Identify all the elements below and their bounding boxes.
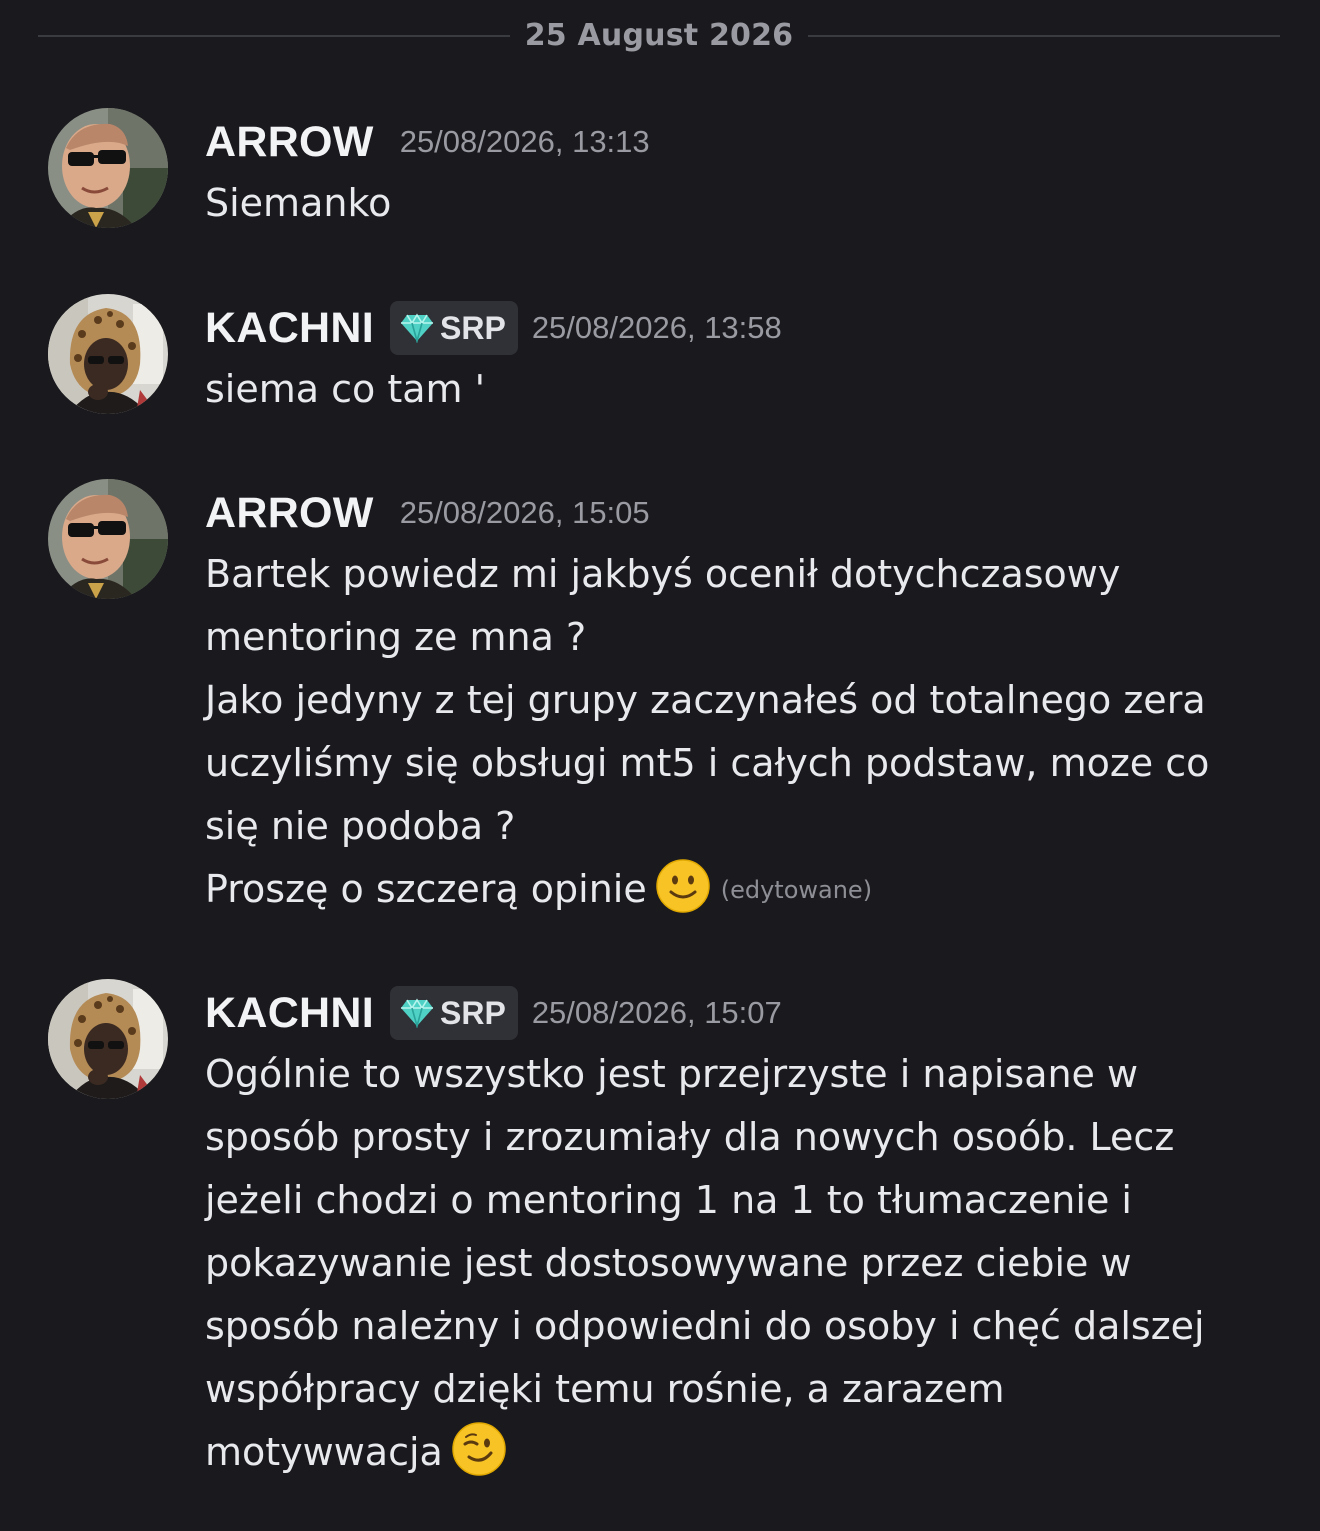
timestamp: 25/08/2026, 13:58 [531,310,782,345]
message-text-line: jeżeli chodzi o mentoring 1 na 1 to tłum… [205,1178,1132,1222]
message-text-line-last: motywwacja [205,1421,1295,1484]
message-text-line: pokazywanie jest dostosowywane przez cie… [205,1241,1132,1285]
message-text-line: Ogólnie to wszystko jest przejrzyste i n… [205,1052,1139,1096]
server-tag[interactable]: SRP [390,986,518,1040]
message-text-line: mentoring ze mna ? [205,615,587,659]
message-text-line: Bartek powiedz mi jakbyś ocenił dotychcz… [205,552,1121,596]
message-header: KACHNI SRP 25/08/2026, 15:07 [205,983,1295,1043]
avatar-kachni[interactable] [48,294,168,414]
message-text-line: współpracy dzięki temu rośnie, a zarazem [205,1367,1005,1411]
gem-icon [401,998,434,1028]
message-text-line-last: Proszę o szczerą opinie (edytowane) [205,858,1295,922]
message-text-segment: motywwacja [205,1430,443,1474]
username[interactable]: ARROW [205,118,374,167]
timestamp: 25/08/2026, 15:05 [399,495,650,530]
message-header: KACHNI SRP 25/08/2026, 13:58 [205,298,1295,358]
message-text-line: Jako jedyny z tej grupy zaczynałeś od to… [205,678,1206,722]
avatar-kachni[interactable] [48,979,168,1099]
server-tag[interactable]: SRP [390,301,518,355]
message-header: ARROW 25/08/2026, 15:05 [205,483,1295,543]
gem-icon [401,313,434,343]
server-tag-label: SRP [440,994,506,1031]
username[interactable]: KACHNI [205,989,374,1038]
username[interactable]: ARROW [205,489,374,538]
message-text-segment: Proszę o szczerą opinie [205,867,647,911]
message-text-line: uczyliśmy się obsługi mt5 i całych podst… [205,741,1210,785]
winking-face-emoji [452,1422,506,1476]
message-text-line: sposób należny i odpowiedni do osoby i c… [205,1304,1205,1348]
timestamp: 25/08/2026, 13:13 [399,124,650,159]
message-text-line: sposób prosty i zrozumiały dla nowych os… [205,1115,1175,1159]
message-text: Siemanko [205,181,392,225]
username[interactable]: KACHNI [205,304,374,353]
slightly-smiling-face-emoji [655,859,710,913]
edited-label: (edytowane) [720,876,873,904]
timestamp: 25/08/2026, 15:07 [531,995,782,1030]
avatar-arrow[interactable] [48,479,168,599]
date-divider: 25 August 2026 [38,14,1280,58]
server-tag-label: SRP [440,309,506,346]
message-header: ARROW 25/08/2026, 13:13 [205,112,1295,172]
avatar-arrow[interactable] [48,108,168,228]
message-text-line: się nie podoba ? [205,804,516,848]
message-text: siema co tam ' [205,367,486,411]
divider-line-right [808,35,1280,37]
